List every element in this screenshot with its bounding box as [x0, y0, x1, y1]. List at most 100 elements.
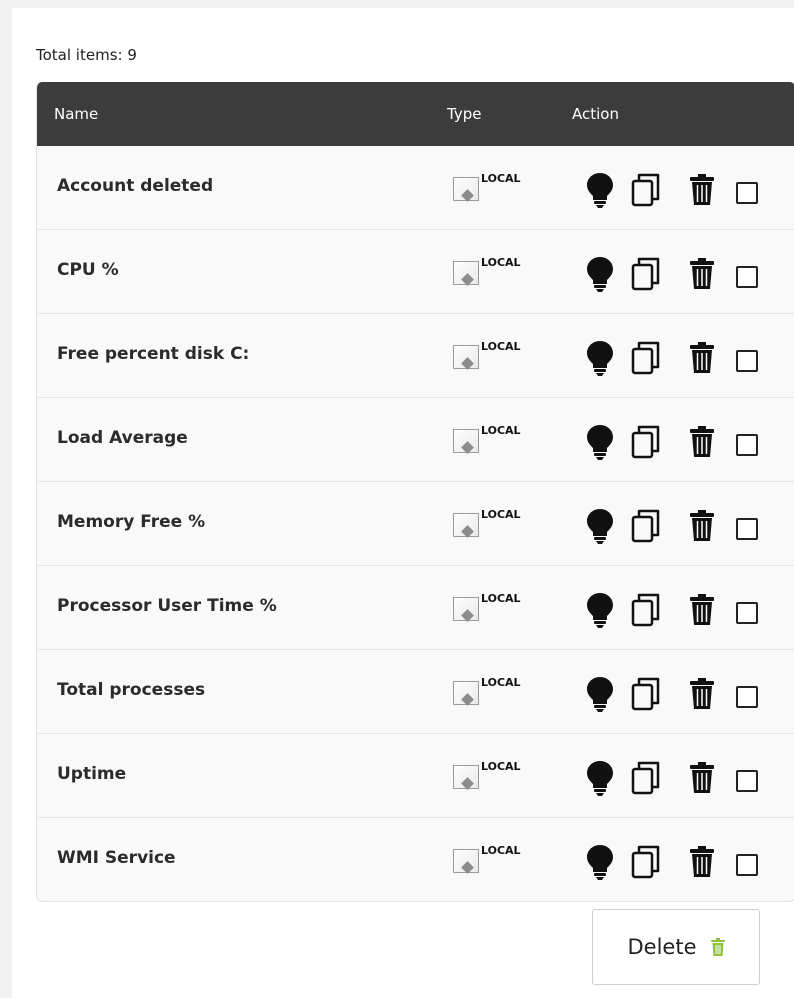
module-name[interactable]: Load Average — [57, 428, 188, 448]
trash-icon[interactable] — [684, 254, 720, 294]
lightbulb-icon[interactable] — [582, 758, 618, 798]
module-name[interactable]: Processor User Time % — [57, 596, 277, 616]
module-name[interactable]: Free percent disk C: — [57, 344, 249, 364]
select-checkbox[interactable] — [736, 602, 758, 624]
table-row: Memory Free % LOCAL — [37, 481, 794, 565]
local-module-icon — [453, 261, 479, 286]
copy-icon[interactable] — [628, 674, 664, 714]
module-type-label: LOCAL — [481, 592, 521, 605]
select-checkbox[interactable] — [736, 350, 758, 372]
module-type: LOCAL — [453, 340, 535, 374]
module-name[interactable]: WMI Service — [57, 848, 176, 868]
module-type: LOCAL — [453, 676, 535, 710]
trash-icon[interactable] — [684, 758, 720, 798]
module-type-label: LOCAL — [481, 256, 521, 269]
local-module-icon — [453, 177, 479, 202]
module-type-label: LOCAL — [481, 760, 521, 773]
total-items-count: Total items: 9 — [36, 46, 137, 64]
green-trash-icon — [710, 938, 725, 956]
table-row: Uptime LOCAL — [37, 733, 794, 817]
row-actions — [582, 842, 772, 882]
select-checkbox[interactable] — [736, 518, 758, 540]
local-module-icon — [453, 765, 479, 790]
module-name[interactable]: Account deleted — [57, 176, 213, 196]
trash-icon[interactable] — [684, 590, 720, 630]
lightbulb-icon[interactable] — [582, 254, 618, 294]
row-actions — [582, 674, 772, 714]
module-type-label: LOCAL — [481, 844, 521, 857]
trash-icon[interactable] — [684, 674, 720, 714]
lightbulb-icon[interactable] — [582, 338, 618, 378]
column-header-name: Name — [54, 105, 99, 123]
module-name[interactable]: Uptime — [57, 764, 126, 784]
module-type: LOCAL — [453, 592, 535, 626]
module-name[interactable]: Memory Free % — [57, 512, 205, 532]
trash-icon[interactable] — [684, 842, 720, 882]
module-type: LOCAL — [453, 172, 535, 206]
copy-icon[interactable] — [628, 338, 664, 378]
local-module-icon — [453, 429, 479, 454]
copy-icon[interactable] — [628, 170, 664, 210]
select-checkbox[interactable] — [736, 770, 758, 792]
copy-icon[interactable] — [628, 758, 664, 798]
select-checkbox[interactable] — [736, 266, 758, 288]
module-type-label: LOCAL — [481, 340, 521, 353]
local-module-icon — [453, 597, 479, 622]
lightbulb-icon[interactable] — [582, 590, 618, 630]
copy-icon[interactable] — [628, 590, 664, 630]
row-actions — [582, 170, 772, 210]
copy-icon[interactable] — [628, 254, 664, 294]
module-type-label: LOCAL — [481, 172, 521, 185]
module-name[interactable]: Total processes — [57, 680, 205, 700]
delete-button-label: Delete — [627, 935, 697, 959]
column-header-action: Action — [572, 105, 619, 123]
row-actions — [582, 422, 772, 462]
table-row: Total processes LOCAL — [37, 649, 794, 733]
table-body: Account deleted LOCAL CPU % LOCAL Free perce… — [37, 146, 794, 901]
select-checkbox[interactable] — [736, 434, 758, 456]
copy-icon[interactable] — [628, 422, 664, 462]
modules-table: Name Type Action Account deleted LOCAL CPU… — [36, 82, 794, 902]
row-actions — [582, 758, 772, 798]
local-module-icon — [453, 513, 479, 538]
select-checkbox[interactable] — [736, 854, 758, 876]
row-actions — [582, 590, 772, 630]
select-checkbox[interactable] — [736, 182, 758, 204]
trash-icon[interactable] — [684, 170, 720, 210]
local-module-icon — [453, 345, 479, 370]
delete-button[interactable]: Delete — [592, 909, 760, 985]
module-type-label: LOCAL — [481, 424, 521, 437]
select-checkbox[interactable] — [736, 686, 758, 708]
trash-icon[interactable] — [684, 338, 720, 378]
local-module-icon — [453, 849, 479, 874]
table-row: CPU % LOCAL — [37, 229, 794, 313]
module-type-label: LOCAL — [481, 508, 521, 521]
lightbulb-icon[interactable] — [582, 674, 618, 714]
table-header: Name Type Action — [37, 82, 794, 146]
trash-icon[interactable] — [684, 506, 720, 546]
column-header-type: Type — [447, 105, 482, 123]
module-name[interactable]: CPU % — [57, 260, 119, 280]
local-module-icon — [453, 681, 479, 706]
lightbulb-icon[interactable] — [582, 506, 618, 546]
row-actions — [582, 254, 772, 294]
module-type-label: LOCAL — [481, 676, 521, 689]
page: Total items: 9 Name Type Action Account … — [12, 8, 794, 998]
lightbulb-icon[interactable] — [582, 422, 618, 462]
lightbulb-icon[interactable] — [582, 842, 618, 882]
module-type: LOCAL — [453, 256, 535, 290]
module-type: LOCAL — [453, 844, 535, 878]
table-row: Load Average LOCAL — [37, 397, 794, 481]
trash-icon[interactable] — [684, 422, 720, 462]
lightbulb-icon[interactable] — [582, 170, 618, 210]
row-actions — [582, 338, 772, 378]
table-row: WMI Service LOCAL — [37, 817, 794, 901]
row-actions — [582, 506, 772, 546]
table-row: Processor User Time % LOCAL — [37, 565, 794, 649]
module-type: LOCAL — [453, 508, 535, 542]
module-type: LOCAL — [453, 760, 535, 794]
copy-icon[interactable] — [628, 506, 664, 546]
copy-icon[interactable] — [628, 842, 664, 882]
module-type: LOCAL — [453, 424, 535, 458]
table-row: Account deleted LOCAL — [37, 146, 794, 229]
